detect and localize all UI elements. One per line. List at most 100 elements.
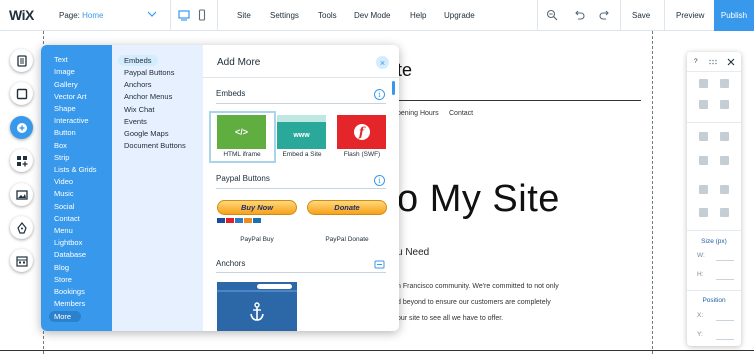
rotate-icon[interactable] [699, 208, 708, 217]
bookings-icon[interactable] [10, 249, 33, 272]
pages-icon[interactable] [10, 49, 33, 72]
save-button[interactable]: Save [632, 11, 650, 20]
blog-icon[interactable] [10, 216, 33, 239]
site-nav-item[interactable]: pening Hours [397, 110, 439, 117]
preview-button[interactable]: Preview [676, 11, 704, 20]
help-icon[interactable]: ? [694, 58, 698, 65]
distribute-icon[interactable] [720, 156, 729, 165]
scrollbar[interactable] [392, 81, 395, 95]
zoom-out-icon[interactable] [546, 9, 558, 21]
category-more[interactable]: More [49, 311, 81, 322]
category-vector-art[interactable]: Vector Art [54, 92, 87, 101]
category-image[interactable]: Image [54, 67, 75, 76]
flip-icon[interactable] [720, 208, 729, 217]
redo-icon[interactable] [599, 9, 611, 21]
x-input[interactable] [716, 320, 734, 321]
duplicate-icon[interactable] [699, 100, 708, 109]
category-bookings[interactable]: Bookings [54, 287, 85, 296]
menu-tools[interactable]: Tools [318, 11, 337, 20]
subcategory-document-buttons[interactable]: Document Buttons [124, 141, 186, 150]
category-menu[interactable]: Menu [54, 226, 73, 235]
category-box[interactable]: Box [54, 141, 67, 150]
apps-icon[interactable] [10, 149, 33, 172]
category-strip[interactable]: Strip [54, 153, 69, 162]
subcategory-anchor-menus[interactable]: Anchor Menus [124, 92, 172, 101]
menu-site[interactable]: Site [237, 11, 251, 20]
width-input[interactable] [716, 260, 734, 261]
category-lists-grids[interactable]: Lists & Grids [54, 165, 97, 174]
align-icon[interactable] [699, 156, 708, 165]
menu-upgrade[interactable]: Upgrade [444, 11, 475, 20]
menu-settings[interactable]: Settings [270, 11, 299, 20]
category-video[interactable]: Video [54, 177, 73, 186]
site-nav-item[interactable]: Contact [449, 110, 473, 117]
anchor-tile[interactable] [217, 282, 297, 331]
height-input[interactable] [716, 279, 734, 280]
category-contact[interactable]: Contact [54, 214, 80, 223]
category-social[interactable]: Social [54, 202, 74, 211]
hero-heading[interactable]: o My Site [397, 178, 560, 221]
category-gallery[interactable]: Gallery [54, 80, 78, 89]
html-iframe-tile[interactable]: </> [217, 115, 266, 149]
category-interactive[interactable]: Interactive [54, 116, 89, 125]
menu-dev-mode[interactable]: Dev Mode [354, 11, 390, 20]
category-music[interactable]: Music [54, 189, 74, 198]
card-icon [217, 218, 225, 223]
flash-tile[interactable]: f [337, 115, 386, 149]
copy-icon[interactable] [699, 79, 708, 88]
menu-help[interactable]: Help [410, 11, 426, 20]
page-selector[interactable]: Page: Home [59, 11, 103, 20]
category-shape[interactable]: Shape [54, 104, 76, 113]
delete-icon[interactable] [720, 100, 729, 109]
category-button[interactable]: Button [54, 128, 76, 137]
category-store[interactable]: Store [54, 275, 72, 284]
subcategory-paypal-buttons[interactable]: Paypal Buttons [124, 68, 174, 77]
subcategory-list: Embeds Paypal Buttons Anchors Anchor Men… [112, 45, 203, 331]
wix-logo[interactable]: WiX [9, 7, 34, 23]
mobile-icon[interactable] [196, 9, 208, 21]
subcategory-events[interactable]: Events [124, 117, 147, 126]
top-bar: WiX Page: Home Site Settings Tools Dev M… [0, 0, 754, 31]
subcategory-anchors[interactable]: Anchors [124, 80, 152, 89]
subcategory-google-maps[interactable]: Google Maps [124, 129, 169, 138]
drag-handle-icon[interactable] [709, 59, 719, 65]
category-members[interactable]: Members [54, 299, 85, 308]
close-icon[interactable]: × [376, 56, 389, 69]
size-label: Size (px) [701, 238, 727, 245]
category-blog[interactable]: Blog [54, 263, 69, 272]
subcategory-embeds[interactable]: Embeds [118, 55, 158, 66]
info-icon[interactable]: i [374, 175, 385, 186]
category-text[interactable]: Text [54, 55, 68, 64]
category-database[interactable]: Database [54, 250, 86, 259]
body-text-line[interactable]: d beyond to ensure our customers are com… [397, 299, 551, 306]
divider [170, 0, 171, 31]
divider [216, 188, 386, 189]
paypal-donate-button[interactable]: Donate [307, 200, 387, 215]
info-icon[interactable]: i [374, 89, 385, 100]
paypal-buy-now-button[interactable]: Buy Now [217, 200, 297, 215]
send-backward-icon[interactable] [720, 132, 729, 141]
close-icon[interactable] [727, 58, 735, 66]
publish-button[interactable]: Publish [714, 0, 754, 31]
flash-label: Flash (SWF) [343, 151, 381, 158]
subcategory-wix-chat[interactable]: Wix Chat [124, 105, 154, 114]
anchor-menu-icon[interactable] [374, 259, 385, 269]
paypal-buy-label: PayPal Buy [240, 236, 274, 243]
paste-icon[interactable] [720, 79, 729, 88]
embed-site-tile[interactable]: www [277, 115, 326, 149]
chevron-down-icon[interactable] [147, 9, 157, 19]
add-icon[interactable] [10, 116, 33, 139]
bring-forward-icon[interactable] [699, 132, 708, 141]
undo-icon[interactable] [573, 9, 585, 21]
category-lightbox[interactable]: Lightbox [54, 238, 82, 247]
site-title[interactable]: te [397, 60, 412, 81]
match-size-icon[interactable] [699, 185, 708, 194]
body-text-line[interactable]: n Francisco community. We're committed t… [397, 283, 559, 290]
background-icon[interactable] [10, 82, 33, 105]
desktop-icon[interactable] [178, 9, 190, 21]
hero-subheading[interactable]: u Need [397, 247, 429, 258]
stretch-icon[interactable] [720, 185, 729, 194]
media-icon[interactable] [10, 183, 33, 206]
body-text-line[interactable]: our site to see all we have to offer. [397, 315, 503, 322]
y-input[interactable] [716, 339, 734, 340]
